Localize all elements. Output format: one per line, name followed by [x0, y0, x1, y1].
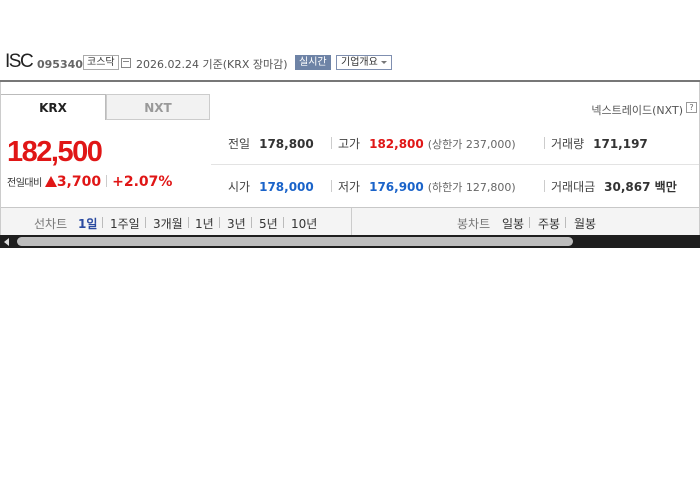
realtime-button[interactable]: 실시간 — [295, 55, 331, 70]
market-badge: 코스닥 — [83, 55, 119, 70]
stat-volume: 거래량 171,197 — [551, 135, 648, 152]
stock-name: ISC — [5, 51, 34, 72]
company-info-label: 기업개요 — [341, 57, 378, 68]
help-icon[interactable]: ? — [686, 102, 697, 113]
stat-amount: 거래대금 30,867 백만 — [551, 178, 677, 195]
divider — [106, 175, 108, 187]
stat-label: 거래량 — [551, 137, 585, 151]
chevron-down-icon — [380, 60, 387, 64]
quote-date: 2026.02.24 기준(KRX 장마감) — [136, 58, 288, 71]
quote-panel: KRX NXT 넥스트레이드(NXT) ? 182,500 전일대비 3,700 +… — [0, 82, 700, 237]
divider — [331, 137, 332, 149]
change-percent: +2.07% — [112, 174, 173, 190]
up-arrow-icon — [44, 176, 57, 187]
stat-label: 전일 — [228, 137, 251, 151]
divider — [351, 208, 352, 235]
change-row: 전일대비 3,700 +2.07% — [7, 174, 172, 190]
change-amount: 3,700 — [56, 174, 102, 190]
stat-label: 고가 — [338, 137, 361, 151]
period-3y[interactable]: 3년 — [227, 215, 246, 232]
divider — [102, 217, 103, 228]
period-weekly[interactable]: 주봉 — [538, 215, 560, 232]
divider — [283, 217, 284, 228]
stat-label: 시가 — [228, 180, 251, 194]
company-info-button[interactable]: 기업개요 — [336, 55, 392, 70]
stat-value: 182,800 — [369, 137, 424, 151]
stat-label: 저가 — [338, 180, 361, 194]
divider — [331, 180, 332, 192]
calendar-icon — [121, 58, 131, 68]
stat-open: 시가 178,000 — [228, 178, 314, 195]
tab-nxt[interactable]: NXT — [106, 94, 210, 120]
period-1d[interactable]: 1일 — [78, 215, 97, 232]
divider — [219, 217, 220, 228]
stat-value: 178,800 — [259, 137, 314, 151]
period-5y[interactable]: 5년 — [259, 215, 278, 232]
candle-chart-label: 봉차트 — [457, 217, 491, 231]
chart-period-bar: 선차트 1일 1주일 3개월 1년 3년 5년 10년 봉차트 일봉 주봉 월봉 — [1, 208, 699, 235]
divider — [565, 217, 566, 228]
stat-high: 고가 182,800 (상한가 237,000) — [338, 135, 516, 152]
period-3m[interactable]: 3개월 — [153, 215, 183, 232]
period-monthly[interactable]: 월봉 — [574, 215, 596, 232]
stat-value: 176,900 — [369, 180, 424, 194]
period-daily[interactable]: 일봉 — [502, 215, 524, 232]
divider — [544, 137, 545, 149]
divider — [529, 217, 530, 228]
stock-code: 095340 — [37, 58, 83, 71]
stat-value: 30,867 백만 — [604, 180, 677, 194]
stat-value: 171,197 — [593, 137, 648, 151]
period-1w[interactable]: 1주일 — [110, 215, 140, 232]
stat-value: 178,000 — [259, 180, 314, 194]
horizontal-scrollbar[interactable] — [0, 235, 700, 248]
stock-header: ISC 095340 코스닥 2026.02.24 기준(KRX 장마감) 실시… — [0, 50, 700, 78]
stat-prev-close: 전일 178,800 — [228, 135, 314, 152]
period-1y[interactable]: 1년 — [195, 215, 214, 232]
stat-label: 거래대금 — [551, 180, 596, 194]
tab-krx[interactable]: KRX — [1, 94, 106, 120]
divider — [211, 164, 699, 165]
change-label: 전일대비 — [7, 178, 42, 189]
divider — [544, 180, 545, 192]
scroll-left-icon[interactable] — [4, 238, 9, 246]
period-10y[interactable]: 10년 — [291, 215, 317, 232]
line-chart-label: 선차트 — [34, 217, 68, 231]
upper-limit: (상한가 237,000) — [427, 138, 516, 151]
nxt-link[interactable]: 넥스트레이드(NXT) — [591, 102, 683, 118]
divider — [188, 217, 189, 228]
divider — [145, 217, 146, 228]
scrollbar-thumb[interactable] — [17, 237, 573, 246]
divider — [251, 217, 252, 228]
stat-low: 저가 176,900 (하한가 127,800) — [338, 178, 516, 195]
current-price: 182,500 — [7, 136, 103, 168]
lower-limit: (하한가 127,800) — [427, 181, 516, 194]
